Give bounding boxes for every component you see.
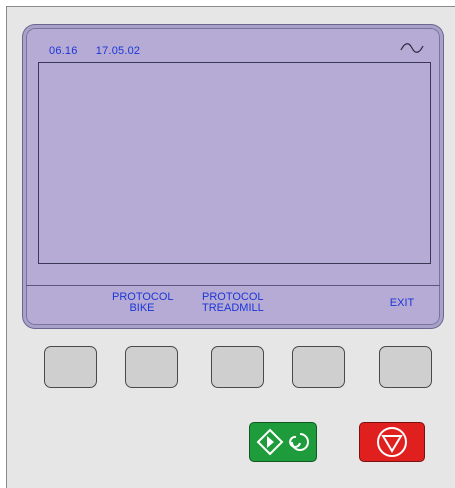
softkey-protocol-treadmill-button[interactable] [211, 346, 264, 388]
start-diamond-icon [256, 428, 309, 456]
status-date: 17.05.02 [95, 45, 141, 57]
content-area [38, 62, 431, 264]
softkey-label-exit: EXIT [389, 297, 415, 309]
display-screen: 06.16 17.05.02 PROTOCOL BIKE PROTOCOL TR… [23, 25, 443, 328]
softkey-divider [26, 285, 440, 286]
sine-wave-icon [400, 43, 424, 53]
status-time: 06.16 [49, 45, 78, 57]
softkey-label-protocol-bike: PROTOCOL BIKE [112, 291, 174, 314]
stop-button[interactable] [359, 422, 425, 462]
softkey-exit-button[interactable] [379, 346, 432, 388]
start-button[interactable] [249, 422, 317, 462]
status-bar: 06.16 17.05.02 [49, 45, 155, 57]
softkey-4-button[interactable] [292, 346, 345, 388]
stop-triangle-icon [377, 427, 407, 457]
softkey-1-button[interactable] [44, 346, 97, 388]
softkey-protocol-bike-button[interactable] [125, 346, 178, 388]
softkey-label-protocol-treadmill: PROTOCOL TREADMILL [202, 291, 264, 314]
